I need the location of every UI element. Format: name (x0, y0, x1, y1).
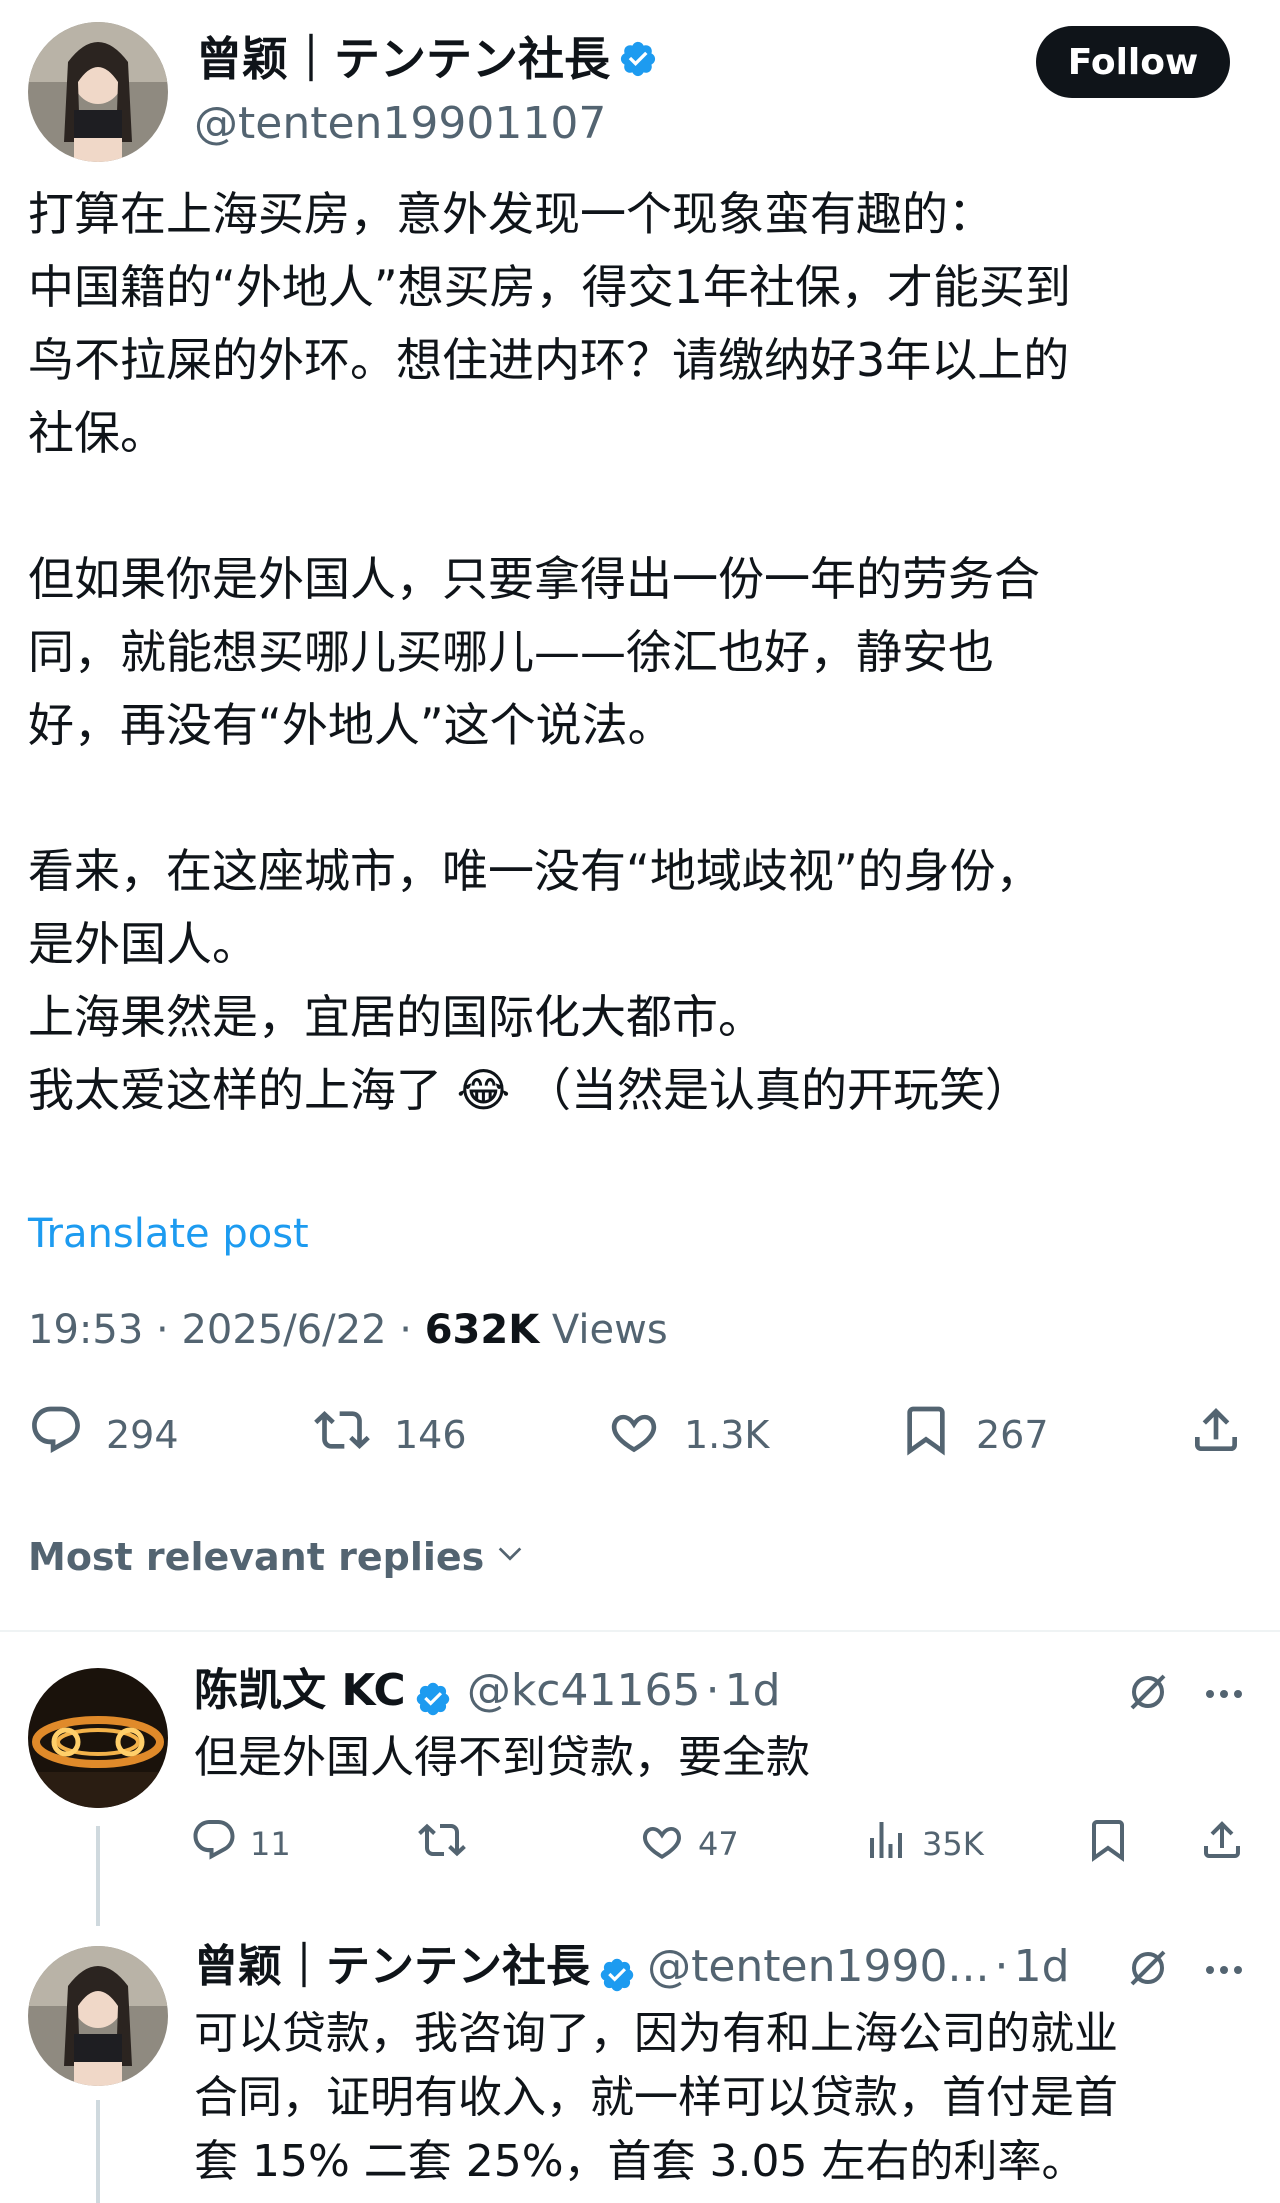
grok-icon[interactable] (1124, 1944, 1172, 1996)
reply-reply-count: 11 (250, 1825, 291, 1863)
bookmark-icon (898, 1402, 976, 1467)
like-count: 1.3K (684, 1412, 770, 1457)
reply-icon (190, 1816, 250, 1872)
bookmark-count: 267 (976, 1412, 1049, 1457)
thread-line (96, 1826, 100, 1926)
repost-icon (312, 1402, 394, 1467)
meta-separator: · (705, 1665, 720, 1716)
verified-badge-icon (414, 1680, 452, 1722)
reply-views-count: 35K (922, 1825, 984, 1863)
reply-share-action[interactable] (1198, 1816, 1258, 1872)
sort-label: Most relevant replies (28, 1535, 485, 1579)
analytics-icon (862, 1816, 922, 1872)
thread-line (96, 2100, 100, 2203)
reply-author-handle[interactable]: @tenten1990... (647, 1941, 989, 1992)
author-name-text[interactable]: 曾颖｜テンテン社長 (196, 32, 610, 86)
reply-author-handle[interactable]: @kc41165 (467, 1665, 701, 1716)
section-divider (0, 1630, 1280, 1632)
repost-action[interactable]: 146 (312, 1402, 467, 1467)
reply-views-action[interactable]: 35K (862, 1816, 984, 1872)
repost-count: 146 (394, 1412, 467, 1457)
views-label: Views (551, 1307, 668, 1353)
reply-count: 294 (106, 1412, 179, 1457)
more-icon[interactable] (1200, 1946, 1248, 1998)
reply-text: 但是外国人得不到贷款，要全款 (194, 1732, 810, 1783)
share-icon (1198, 1816, 1258, 1872)
like-icon (606, 1402, 684, 1467)
meta-separator: · (156, 1307, 182, 1353)
reply-like-action[interactable]: 47 (638, 1816, 739, 1872)
reply-bookmark-action[interactable] (1084, 1816, 1144, 1872)
like-action[interactable]: 1.3K (606, 1402, 769, 1467)
reply-repost-action[interactable] (416, 1816, 480, 1872)
tweet-meta: 19:53 · 2025/6/22 · 632K Views (28, 1306, 668, 1354)
tweet-text: 打算在上海买房，意外发现一个现象蛮有趣的： 中国籍的“外地人”想买房，得交1年社… (28, 187, 1071, 1117)
grok-icon[interactable] (1124, 1668, 1172, 1720)
reply-like-count: 47 (698, 1825, 739, 1863)
reply-text: 可以贷款，我咨询了，因为有和上海公司的就业 合同，证明有收入，就一样可以贷款，首… (194, 2008, 1118, 2187)
reply-action[interactable]: 294 (28, 1402, 179, 1467)
reply-reply-action[interactable]: 11 (190, 1816, 291, 1872)
bookmark-icon (1084, 1816, 1144, 1872)
share-action[interactable] (1188, 1402, 1266, 1467)
repost-icon (416, 1816, 480, 1872)
author-name[interactable]: 曾颖｜テンテン社長 (196, 32, 658, 90)
reply-header: 曾颖｜テンテン社長 @tenten1990... · 1d (194, 1940, 1070, 1998)
reply-avatar[interactable] (28, 1668, 168, 1808)
reply-author-name[interactable]: 陈凯文 KC (194, 1665, 406, 1716)
replies-sort-dropdown[interactable]: Most relevant replies (28, 1534, 526, 1580)
reply-author-name[interactable]: 曾颖｜テンテン社長 (194, 1941, 590, 1992)
reply-header: 陈凯文 KC @kc41165 · 1d (194, 1664, 781, 1722)
author-avatar[interactable] (28, 22, 168, 162)
verified-badge-icon (618, 36, 658, 90)
reply-time[interactable]: 1d (725, 1665, 781, 1716)
share-icon (1188, 1402, 1266, 1467)
views-count: 632K (424, 1307, 540, 1353)
follow-button[interactable]: Follow (1036, 26, 1230, 98)
reply-avatar[interactable] (28, 1946, 168, 2086)
meta-separator: · (994, 1941, 1009, 1992)
reply-icon (28, 1402, 106, 1467)
meta-separator: · (399, 1307, 425, 1353)
author-handle[interactable]: @tenten19901107 (194, 98, 606, 150)
tweet-date[interactable]: 2025/6/22 (181, 1307, 386, 1353)
translate-post-link[interactable]: Translate post (28, 1210, 309, 1258)
reply-time[interactable]: 1d (1014, 1941, 1070, 1992)
bookmark-action[interactable]: 267 (898, 1402, 1049, 1467)
more-icon[interactable] (1200, 1670, 1248, 1722)
tweet-time[interactable]: 19:53 (28, 1307, 143, 1353)
like-icon (638, 1816, 698, 1872)
verified-badge-icon (598, 1956, 636, 1998)
chevron-down-icon (494, 1534, 526, 1580)
